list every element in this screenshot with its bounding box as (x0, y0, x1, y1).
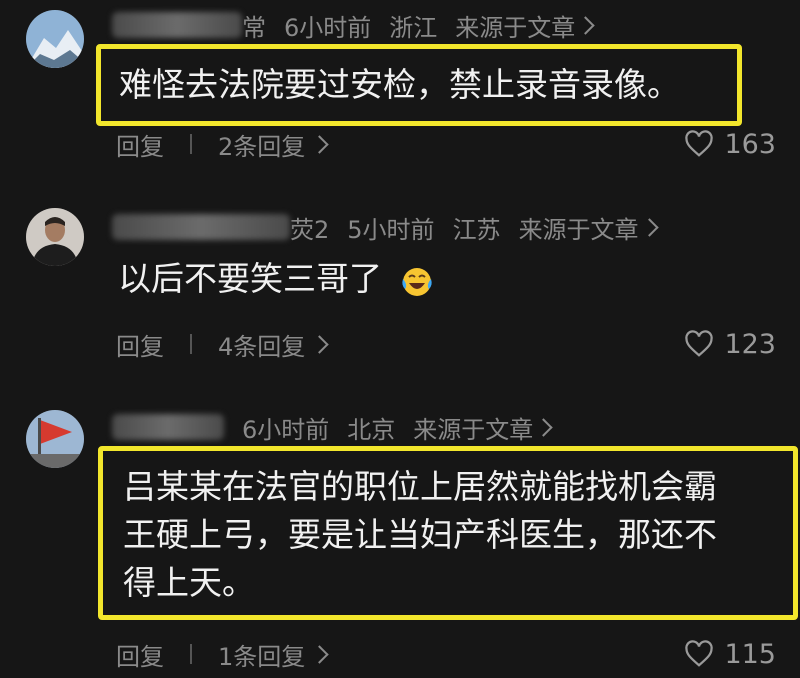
like-button[interactable]: 123 (684, 329, 776, 360)
comment-actions: 回复 2条回复 163 (116, 126, 776, 162)
chevron-right-icon (639, 217, 659, 237)
like-button[interactable]: 115 (684, 639, 776, 670)
reply-count-label: 4条回复 (218, 332, 306, 361)
heart-icon (685, 640, 714, 667)
chevron-right-icon (310, 134, 329, 154)
source-link[interactable]: 来源于文章 (518, 210, 659, 245)
view-replies-button[interactable]: 1条回复 (218, 637, 329, 672)
reply-button[interactable]: 回复 (116, 127, 164, 162)
comment-text-line: 吕某某在法官的职位上居然就能找机会霸 (123, 467, 717, 506)
laughing-crying-emoji-icon (401, 267, 432, 296)
chevron-right-icon (310, 644, 329, 664)
comment-time: 6小时前 (242, 415, 330, 444)
source-label: 来源于文章 (413, 415, 534, 444)
reply-count-label: 1条回复 (218, 642, 306, 671)
heart-icon (685, 130, 714, 157)
comment-meta: 常 6小时前 浙江 来源于文章 (112, 8, 595, 43)
divider (190, 644, 192, 664)
avatar[interactable] (26, 208, 84, 266)
comment-time: 5小时前 (347, 215, 435, 244)
divider (190, 134, 192, 154)
reply-button[interactable]: 回复 (116, 637, 164, 672)
username-suffix: 常 (242, 13, 266, 42)
blurred-username (112, 12, 242, 38)
comment-time: 6小时前 (284, 13, 372, 42)
avatar[interactable] (26, 410, 84, 468)
source-link[interactable]: 来源于文章 (455, 8, 595, 43)
like-count: 123 (724, 328, 776, 360)
heart-icon (685, 330, 714, 357)
divider (190, 334, 192, 354)
comment-list: 常 6小时前 浙江 来源于文章 难怪去法院要过安检，禁止录音录像。 回复 2条回… (0, 0, 800, 678)
comment-actions: 回复 1条回复 115 (116, 636, 776, 672)
comment-location: 江苏 (452, 215, 501, 244)
comment-text-line: 王硬上弓，要是让当妇产科医生，那还不 (123, 515, 717, 554)
comment-location: 北京 (347, 415, 396, 444)
comment-text-line: 得上天。 (123, 563, 255, 602)
view-replies-button[interactable]: 2条回复 (218, 127, 329, 162)
source-label: 来源于文章 (518, 215, 639, 244)
source-link[interactable]: 来源于文章 (413, 410, 553, 445)
like-button[interactable]: 163 (684, 129, 776, 160)
like-count: 115 (724, 638, 776, 670)
blurred-username (112, 214, 290, 240)
view-replies-button[interactable]: 4条回复 (218, 327, 329, 362)
comment-actions: 回复 4条回复 123 (116, 326, 776, 362)
source-label: 来源于文章 (455, 13, 576, 42)
avatar[interactable] (26, 10, 84, 68)
chevron-right-icon (534, 417, 553, 437)
comment-text: 以后不要笑三哥了 (118, 259, 382, 298)
comment-text-highlight: 难怪去法院要过安检，禁止录音录像。 (96, 44, 742, 126)
comment-location: 浙江 (389, 13, 438, 42)
flag-avatar-icon (26, 410, 84, 468)
comment-meta: 荧2 5小时前 江苏 来源于文章 (112, 210, 659, 245)
reply-button[interactable]: 回复 (116, 327, 164, 362)
comment-text: 难怪去法院要过安检，禁止录音录像。 (119, 65, 680, 104)
man-portrait-avatar-icon (26, 208, 84, 266)
like-count: 163 (724, 128, 776, 160)
chevron-right-icon (576, 15, 595, 35)
comment-meta: 6小时前 北京 来源于文章 (112, 410, 553, 445)
username-suffix: 荧2 (290, 215, 330, 244)
reply-count-label: 2条回复 (218, 132, 306, 161)
chevron-right-icon (310, 334, 329, 354)
blurred-username (112, 414, 224, 440)
comment-text-highlight: 吕某某在法官的职位上居然就能找机会霸 王硬上弓，要是让当妇产科医生，那还不 得上… (98, 446, 798, 620)
comment-text-block: 以后不要笑三哥了 (118, 255, 435, 303)
snow-mountain-avatar-icon (26, 10, 84, 68)
